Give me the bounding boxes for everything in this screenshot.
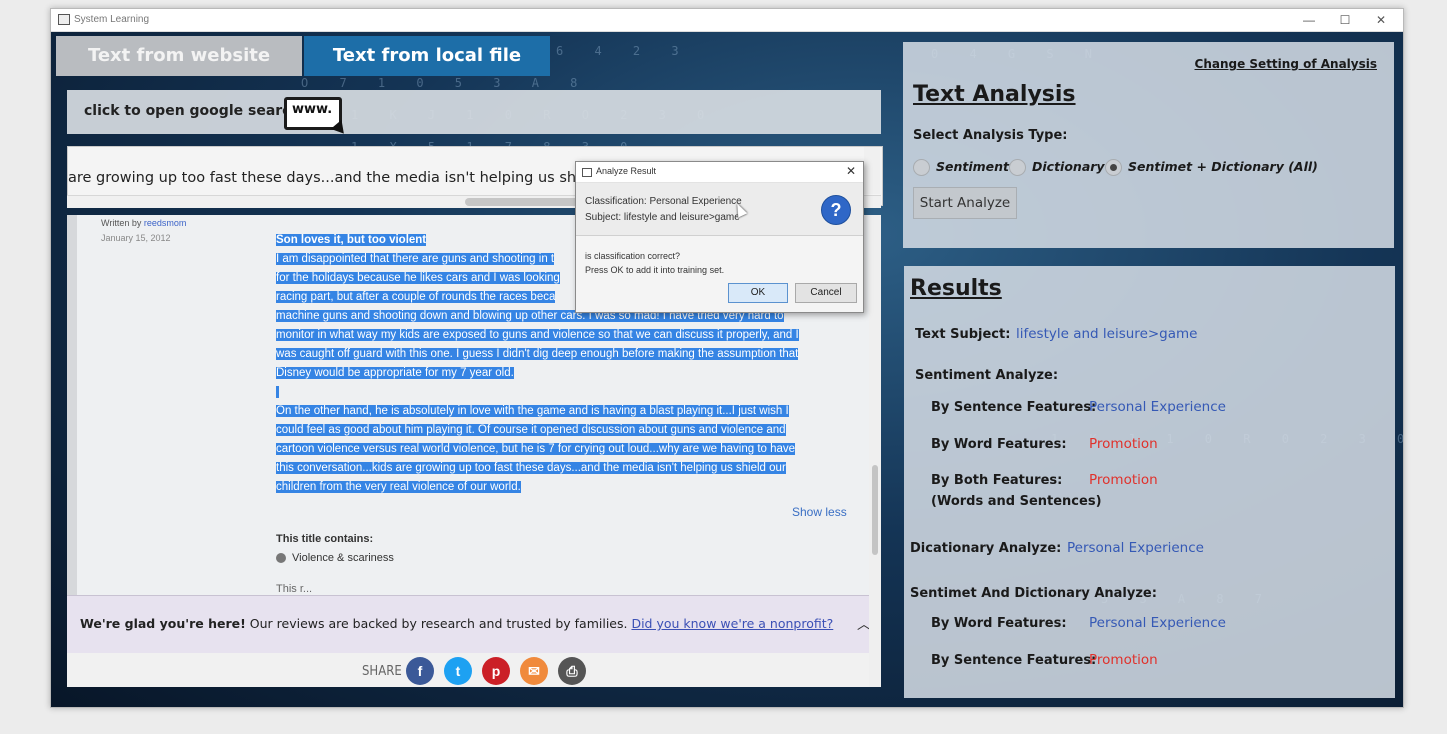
analyze-result-dialog: Analyze Result ✕ Classification: Persona… [575,161,864,313]
dictionary-analyze-value: Personal Experience [1067,540,1204,556]
review-para-line: On the other hand, he is absolutely in l… [276,405,789,417]
review-para-line: this conversation...kids are growing up … [276,462,786,474]
combined-analyze-label: Sentimet And Dictionary Analyze: [910,586,1157,601]
review-para-line: could feel as good about him playing it.… [276,424,786,436]
bomb-icon [276,553,286,564]
combined-word-label: By Word Features: [931,616,1067,631]
radio-circle[interactable] [1009,159,1026,176]
radio-sentiment[interactable]: Sentiment [913,159,1009,176]
nonprofit-banner: We're glad you're here! Our reviews are … [67,595,881,654]
bg-digits: O 7 1 0 5 3 A 8 [301,76,590,90]
dialog-close-icon[interactable]: ✕ [846,164,856,178]
nonprofit-link[interactable]: Did you know we're a nonprofit? [631,616,833,631]
by-both-sublabel: (Words and Sentences) [931,494,1102,509]
google-search-bar[interactable]: click to open google search www. [67,90,881,139]
dialog-app-icon [582,168,592,177]
bg-digits: 6 4 2 3 [556,44,691,58]
sentiment-analyze-label: Sentiment Analyze: [915,368,1059,383]
review-para-line: cartoon violence versus real world viole… [276,443,796,455]
close-button[interactable]: ✕ [1363,10,1399,30]
www-icon[interactable]: www. [284,97,350,139]
review-date: January 15, 2012 [101,233,171,243]
truncated-text: This r... [276,583,313,595]
by-both-label: By Both Features: [931,473,1063,488]
results-panel: Results Text Subject: lifestyle and leis… [904,266,1395,698]
tab-text-from-local-file[interactable]: Text from local file [304,36,550,76]
dialog-subject: Subject: lifestyle and leisure>game [585,212,740,223]
show-less-link[interactable]: Show less [792,505,847,519]
dialog-question: is classification correct? [585,251,681,261]
radio-dictionary[interactable]: Dictionary [1009,159,1105,176]
webpage-scrollbar[interactable] [869,215,881,687]
start-analyze-button[interactable]: Start Analyze [913,187,1017,219]
pinterest-icon[interactable]: p [482,657,510,685]
review-author: Written by reedsmom [101,218,187,228]
select-analysis-label: Select Analysis Type: [913,128,1068,143]
app-icon [58,14,70,25]
combined-sentence-value: Promotion [1089,652,1158,668]
review-para-line: monitor in what way my kids are exposed … [276,329,799,341]
dialog-instruction: Press OK to add it into training set. [585,265,725,275]
dialog-title-bar: Analyze Result ✕ [576,162,863,183]
print-icon[interactable]: ⎙ [558,657,586,685]
author-link[interactable]: reedsmom [144,218,187,228]
email-icon[interactable]: ✉ [520,657,548,685]
ok-button[interactable]: OK [728,283,788,303]
dialog-header: Classification: Personal Experience Subj… [576,183,863,236]
title-bar: System Learning — ☐ ✕ [51,9,1403,32]
analysis-panel: Change Setting of Analysis Text Analysis… [903,42,1394,248]
cancel-button[interactable]: Cancel [795,283,857,303]
scrollbar-thumb[interactable] [465,198,585,206]
by-word-label: By Word Features: [931,437,1067,452]
text-subject-label: Text Subject: [915,327,1011,342]
radio-circle-selected[interactable] [1105,159,1122,176]
share-row: SHARE f t p ✉ ⎙ [67,653,881,687]
share-label: SHARE [362,664,402,679]
dialog-classification: Classification: Personal Experience [585,196,742,207]
review-para-line: was caught off guard with this one. I gu… [276,348,799,360]
by-sentence-value: Personal Experience [1089,399,1226,415]
banner-message: We're glad you're here! Our reviews are … [80,616,834,631]
by-both-value: Promotion [1089,472,1158,488]
minimize-button[interactable]: — [1291,10,1327,30]
by-sentence-label: By Sentence Features: [931,400,1097,415]
review-para-line: children from the very real violence of … [276,481,521,493]
review-para-gap [276,383,846,402]
radio-circle[interactable] [913,159,930,176]
review-para-line: Disney would be appropriate for my 7 yea… [276,367,514,379]
page-left-gutter [67,215,77,595]
by-word-value: Promotion [1089,436,1158,452]
dialog-title: Analyze Result [596,166,657,176]
question-icon: ? [821,195,851,225]
facebook-icon[interactable]: f [406,657,434,685]
twitter-icon[interactable]: t [444,657,472,685]
text-analysis-heading: Text Analysis [913,82,1076,107]
change-settings-link[interactable]: Change Setting of Analysis [1195,57,1377,71]
combined-sentence-label: By Sentence Features: [931,653,1097,668]
scrollbar-thumb[interactable] [872,465,878,555]
text-subject-value: lifestyle and leisure>game [1016,326,1198,342]
www-icon-text: www. [292,102,333,117]
window-title: System Learning [74,14,150,25]
contains-heading: This title contains: [276,533,374,545]
vertical-scrollbar[interactable] [864,147,880,194]
combined-word-value: Personal Experience [1089,615,1226,631]
dictionary-analyze-label: Dicationary Analyze: [910,541,1062,556]
google-search-label: click to open google search [84,103,301,119]
radio-sentiment-dictionary-all[interactable]: Sentimet + Dictionary (All) [1105,159,1318,176]
maximize-button[interactable]: ☐ [1327,10,1363,30]
contains-item: Violence & scariness [276,552,394,564]
results-heading: Results [910,276,1002,301]
dialog-body: is classification correct? Press OK to a… [576,236,863,312]
extracted-text-line: are growing up too fast these days...and… [68,170,661,186]
tab-text-from-website[interactable]: Text from website [56,36,302,76]
app-window: System Learning — ☐ ✕ 6 4 2 3 O 7 1 0 5 … [50,8,1404,708]
